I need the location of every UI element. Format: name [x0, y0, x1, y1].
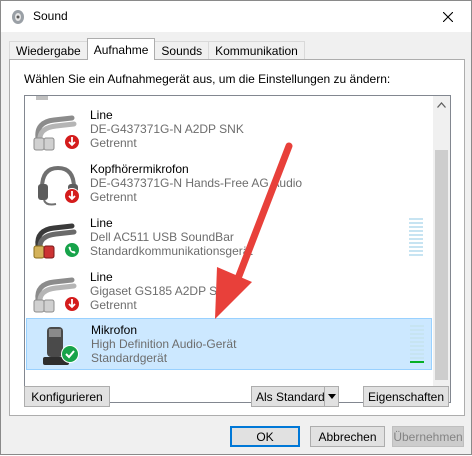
disconnected-badge-icon	[64, 134, 80, 150]
close-button[interactable]	[425, 1, 471, 32]
level-meter-bar	[409, 230, 423, 232]
device-status: Getrennt	[90, 190, 137, 204]
tab-kommunikation[interactable]: Kommunikation	[208, 41, 305, 60]
default-communication-badge-icon	[64, 242, 80, 258]
disconnected-badge-icon	[64, 296, 80, 312]
device-name: Line	[90, 108, 113, 122]
ok-button[interactable]: OK	[230, 426, 300, 447]
device-description: DE-G437371G-N Hands-Free AG Audio	[90, 176, 303, 190]
device-name: Line	[90, 216, 113, 230]
level-meter-bar	[410, 353, 424, 355]
level-meter-bar	[409, 250, 423, 252]
vertical-scrollbar[interactable]	[433, 96, 450, 402]
level-meter-bar	[409, 226, 423, 228]
recording-panel: Wählen Sie ein Aufnahmegerät aus, um die…	[9, 59, 465, 416]
list-item-partial[interactable]	[26, 96, 432, 104]
set-default-label: Als Standard	[256, 389, 325, 404]
list-item-headset-mic[interactable]: Kopfhörermikrofon DE-G437371G-N Hands-Fr…	[26, 158, 432, 210]
cancel-button[interactable]: Abbrechen	[310, 426, 385, 447]
device-name: Mikrofon	[91, 323, 138, 337]
level-meter-bar	[410, 361, 424, 363]
scroll-thumb[interactable]	[435, 150, 448, 380]
tab-aufnahme[interactable]: Aufnahme	[86, 38, 156, 60]
list-item-line-a2dp[interactable]: Line DE-G437371G-N A2DP SNK Getrennt	[26, 104, 432, 156]
window-title: Sound	[33, 9, 68, 23]
level-meter-bar	[410, 337, 424, 339]
level-meter-bar	[410, 325, 424, 327]
list-item-microphone[interactable]: Mikrofon High Definition Audio-Gerät Sta…	[26, 318, 432, 370]
level-meter-bar	[410, 341, 424, 343]
tab-wiedergabe[interactable]: Wiedergabe	[9, 41, 88, 60]
tab-strip: Wiedergabe Aufnahme Sounds Kommunikation	[9, 38, 305, 60]
properties-button[interactable]: Eigenschaften	[363, 386, 449, 407]
level-meter-bar	[410, 357, 424, 359]
level-meter-bar	[409, 238, 423, 240]
apply-button[interactable]: Übernehmen	[392, 426, 464, 447]
sound-dialog: Sound Wiedergabe Aufnahme Sounds Kommuni…	[0, 0, 472, 455]
disconnected-badge-icon	[64, 188, 80, 204]
configure-button[interactable]: Konfigurieren	[24, 386, 110, 407]
device-status: Getrennt	[90, 298, 137, 312]
device-description: Dell AC511 USB SoundBar	[90, 230, 234, 244]
set-default-dropdown[interactable]	[324, 387, 338, 406]
close-icon	[443, 11, 453, 22]
set-default-button[interactable]: Als Standard	[251, 386, 339, 407]
device-status: Standardkommunikationsgerät	[90, 244, 253, 258]
level-meter	[410, 325, 424, 367]
device-description: DE-G437371G-N A2DP SNK	[90, 122, 244, 136]
tab-sounds[interactable]: Sounds	[154, 41, 210, 60]
device-list[interactable]: Line DE-G437371G-N A2DP SNK Getrennt Kop…	[24, 95, 451, 403]
level-meter-bar	[409, 234, 423, 236]
instruction-text: Wählen Sie ein Aufnahmegerät aus, um die…	[24, 72, 391, 86]
level-meter-bar	[410, 333, 424, 335]
title-bar[interactable]: Sound	[1, 1, 471, 32]
level-meter-bar	[409, 218, 423, 220]
device-status: Getrennt	[90, 136, 137, 150]
level-meter-bar	[409, 254, 423, 256]
level-meter-bar	[410, 349, 424, 351]
scroll-up-button[interactable]	[433, 96, 450, 113]
sound-app-icon	[12, 10, 24, 24]
level-meter	[409, 218, 423, 260]
default-device-badge-icon	[61, 345, 79, 363]
chevron-up-icon	[437, 101, 446, 108]
level-meter-bar	[409, 222, 423, 224]
device-name: Line	[90, 270, 113, 284]
level-meter-bar	[410, 345, 424, 347]
list-item-line-gigaset[interactable]: Line Gigaset GS185 A2DP SNK Getrennt	[26, 266, 432, 318]
line-in-cable-icon	[36, 96, 48, 100]
caret-down-icon	[327, 394, 336, 399]
level-meter-bar	[409, 242, 423, 244]
list-item-line-soundbar[interactable]: Line Dell AC511 USB SoundBar Standardkom…	[26, 212, 432, 264]
device-description: Gigaset GS185 A2DP SNK	[90, 284, 234, 298]
level-meter-bar	[410, 329, 424, 331]
device-name: Kopfhörermikrofon	[90, 162, 189, 176]
device-description: High Definition Audio-Gerät	[91, 337, 237, 351]
level-meter-bar	[409, 246, 423, 248]
device-status: Standardgerät	[91, 351, 168, 365]
